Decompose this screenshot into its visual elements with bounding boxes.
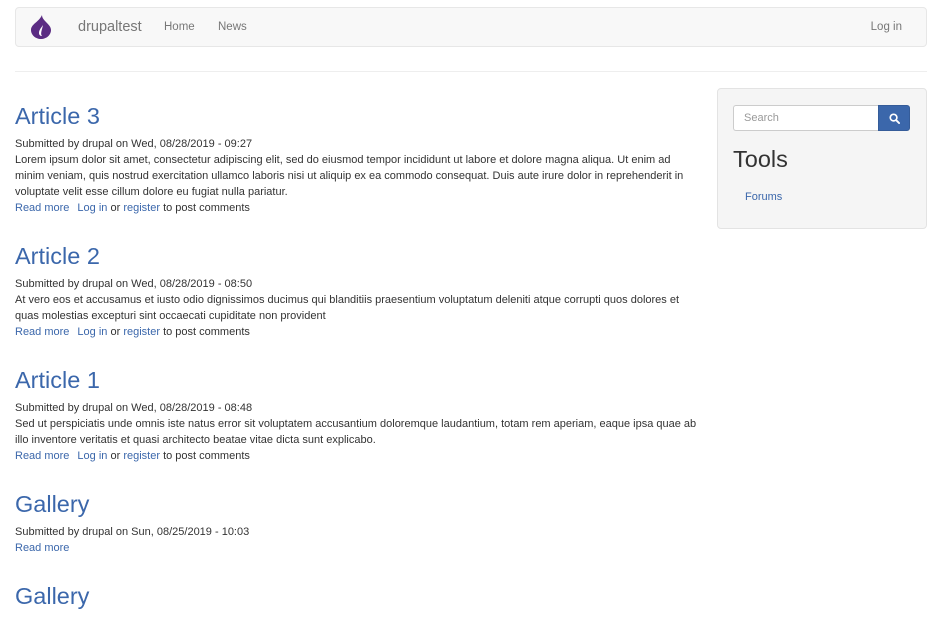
article-title-link[interactable]: Article 2 <box>15 243 100 269</box>
register-link[interactable]: register <box>123 326 160 338</box>
register-link[interactable]: register <box>123 202 160 214</box>
article-links: Read more Log in or register to post comm… <box>15 324 700 340</box>
nav-news-link[interactable]: News <box>218 21 247 33</box>
or-text: or <box>110 202 121 214</box>
article-title-link[interactable]: Gallery <box>15 491 89 517</box>
article-body: At vero eos et accusamus et iusto odio d… <box>15 294 680 322</box>
article-submitted: Submitted by drupal on Wed, 08/28/2019 -… <box>15 138 253 150</box>
article-teaser: Gallery Submitted by drupal on Sun, 08/2… <box>15 488 700 556</box>
article-title: Gallery <box>15 580 700 612</box>
forums-link[interactable]: Forums <box>745 191 782 203</box>
search-form <box>733 105 910 131</box>
read-more-link[interactable]: Read more <box>15 450 69 462</box>
article-submitted: Submitted by drupal on Sun, 08/25/2019 -… <box>15 526 250 538</box>
article-body: Sed ut perspiciatis unde omnis iste natu… <box>15 418 697 446</box>
nav-home-link[interactable]: Home <box>164 21 195 33</box>
main-content: Article 3 Submitted by drupal on Wed, 08… <box>15 100 700 636</box>
article-teaser: Article 3 Submitted by drupal on Wed, 08… <box>15 100 700 216</box>
article-links: Read more Log in or register to post comm… <box>15 200 700 216</box>
post-comments-text: to post comments <box>163 450 250 462</box>
article-title-link[interactable]: Article 1 <box>15 367 100 393</box>
article-title-link[interactable]: Gallery <box>15 583 89 609</box>
article-title: Article 3 <box>15 100 700 132</box>
article-teaser: Gallery <box>15 580 700 612</box>
sidebar: Tools Forums <box>717 88 927 229</box>
article-teaser: Article 1 Submitted by drupal on Wed, 08… <box>15 364 700 464</box>
read-more-link[interactable]: Read more <box>15 202 69 214</box>
article-links: Read more <box>15 540 700 556</box>
article-submitted: Submitted by drupal on Wed, 08/28/2019 -… <box>15 278 253 290</box>
article-teaser: Article 2 Submitted by drupal on Wed, 08… <box>15 240 700 340</box>
search-button[interactable] <box>878 105 910 131</box>
article-links: Read more Log in or register to post comm… <box>15 448 700 464</box>
or-text: or <box>110 326 121 338</box>
article-title: Article 2 <box>15 240 700 272</box>
navbar: drupaltest Home News Log in <box>15 7 927 47</box>
or-text: or <box>110 450 121 462</box>
comment-login-link[interactable]: Log in <box>77 202 107 214</box>
site-brand-link[interactable]: drupaltest <box>78 19 142 35</box>
post-comments-text: to post comments <box>163 326 250 338</box>
article-title: Gallery <box>15 488 700 520</box>
search-input[interactable] <box>733 105 879 131</box>
read-more-link[interactable]: Read more <box>15 542 69 554</box>
comment-login-link[interactable]: Log in <box>77 450 107 462</box>
search-icon <box>888 112 900 124</box>
read-more-link[interactable]: Read more <box>15 326 69 338</box>
article-body: Lorem ipsum dolor sit amet, consectetur … <box>15 154 684 198</box>
nav-login-link[interactable]: Log in <box>871 21 902 33</box>
article-title-link[interactable]: Article 3 <box>15 103 100 129</box>
post-comments-text: to post comments <box>163 202 250 214</box>
article-submitted: Submitted by drupal on Wed, 08/28/2019 -… <box>15 402 253 414</box>
drupal-logo-icon[interactable] <box>30 15 52 39</box>
header-divider <box>15 71 927 72</box>
comment-login-link[interactable]: Log in <box>77 326 107 338</box>
register-link[interactable]: register <box>123 450 160 462</box>
tools-title: Tools <box>733 146 788 172</box>
article-title: Article 1 <box>15 364 700 396</box>
